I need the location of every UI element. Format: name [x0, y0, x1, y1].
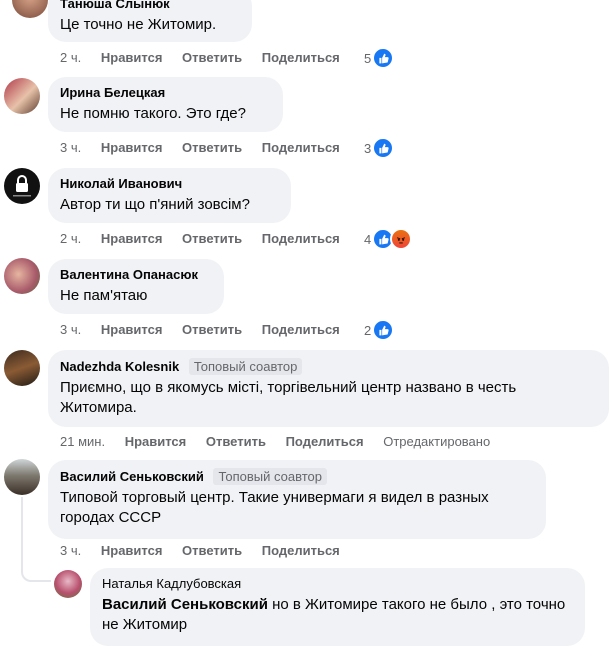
comment-bubble: Ирина Белецкая Не помню такого. Это где? [48, 77, 283, 132]
comment-text: Не помню такого. Это где? [60, 105, 246, 122]
share-button[interactable]: Поделиться [262, 140, 340, 155]
like-button[interactable]: Нравится [101, 140, 163, 155]
comment-text: Василий Сеньковский но в Житомире такого… [102, 595, 573, 635]
comment-text: Автор ти що п'яний зовсім? [60, 196, 250, 213]
like-button[interactable]: Нравится [101, 231, 163, 246]
avatar[interactable] [4, 168, 40, 204]
comment-bubble: Валентина Опанасюк Не пам'ятаю [48, 259, 224, 314]
comment-author[interactable]: Танюша Слынюк [60, 0, 240, 12]
thread-line [21, 497, 51, 582]
reaction-count: 4 [364, 231, 372, 247]
avatar[interactable] [4, 350, 40, 386]
top-contributor-badge: Топовый соавтор [188, 358, 303, 375]
comment-bubble: Наталья Кадлубовская Василий Сеньковский… [90, 568, 585, 646]
reaction-count: 5 [364, 50, 372, 66]
comment-actions: 3 ч. Нравится Ответить Поделиться [60, 322, 356, 338]
comment-actions: 3 ч. Нравится Ответить Поделиться [60, 543, 356, 559]
comment-time[interactable]: 21 мин. [60, 434, 105, 449]
comment-time[interactable]: 3 ч. [60, 140, 81, 155]
avatar[interactable] [4, 78, 40, 114]
reply-button[interactable]: Ответить [182, 322, 242, 337]
reply-button[interactable]: Ответить [182, 140, 242, 155]
reaction-count: 2 [364, 322, 372, 338]
comment-text: Типовой торговый центр. Такие универмаги… [60, 489, 489, 526]
author-name[interactable]: Nadezhda Kolesnik [60, 359, 179, 374]
avatar[interactable] [4, 258, 40, 294]
like-button[interactable]: Нравится [101, 543, 163, 558]
comment-author[interactable]: Наталья Кадлубовская [102, 576, 573, 592]
share-button[interactable]: Поделиться [262, 322, 340, 337]
comment-time[interactable]: 2 ч. [60, 231, 81, 246]
reactions[interactable]: 4 [364, 228, 413, 250]
reply-button[interactable]: Ответить [182, 543, 242, 558]
reply-button[interactable]: Ответить [206, 434, 266, 449]
comment-time[interactable]: 3 ч. [60, 322, 81, 337]
lock-icon [13, 175, 31, 197]
comment-time[interactable]: 3 ч. [60, 543, 81, 558]
edited-label[interactable]: Отредактировано [383, 434, 490, 449]
share-button[interactable]: Поделиться [262, 543, 340, 558]
like-button[interactable]: Нравится [125, 434, 187, 449]
avatar[interactable] [12, 0, 48, 18]
comment-actions: 3 ч. Нравится Ответить Поделиться [60, 140, 356, 156]
like-icon [372, 137, 395, 159]
comment-author: Nadezhda Kolesnik Топовый соавтор [60, 358, 597, 375]
comment-text: Це точно не Житомир. [60, 16, 217, 33]
avatar[interactable] [54, 570, 82, 598]
reply-button[interactable]: Ответить [182, 231, 242, 246]
share-button[interactable]: Поделиться [262, 231, 340, 246]
like-icon [372, 319, 395, 341]
reactions[interactable]: 3 [364, 137, 395, 159]
share-button[interactable]: Поделиться [262, 50, 340, 65]
reactions[interactable]: 2 [364, 319, 395, 341]
like-icon [372, 47, 395, 69]
comment-time[interactable]: 2 ч. [60, 50, 81, 65]
comment-author[interactable]: Николай Иванович [60, 176, 279, 192]
comment-bubble: Николай Иванович Автор ти що п'яний зовс… [48, 168, 291, 223]
comment-text: Приємно, що в якомусь місті, торгівельни… [60, 379, 517, 416]
author-name[interactable]: Василий Сеньковский [60, 469, 204, 484]
comment-bubble: Василий Сеньковский Топовый соавтор Типо… [48, 460, 546, 539]
comment-bubble: Танюша Слынюк Це точно не Житомир. [48, 0, 252, 42]
angry-icon [390, 228, 413, 250]
comment-actions: 21 мин. Нравится Ответить Поделиться Отр… [60, 434, 506, 450]
reply-button[interactable]: Ответить [182, 50, 242, 65]
comment-actions: 2 ч. Нравится Ответить Поделиться [60, 231, 356, 247]
comment-bubble: Nadezhda Kolesnik Топовый соавтор Приємн… [48, 350, 609, 427]
like-button[interactable]: Нравится [101, 322, 163, 337]
comment-author[interactable]: Ирина Белецкая [60, 85, 271, 101]
reaction-count: 3 [364, 140, 372, 156]
top-contributor-badge: Топовый соавтор [213, 468, 327, 485]
comment-author: Василий Сеньковский Топовый соавтор [60, 468, 534, 485]
comment-text: Не пам'ятаю [60, 287, 148, 304]
comment-actions: 2 ч. Нравится Ответить Поделиться [60, 50, 356, 66]
like-button[interactable]: Нравится [101, 50, 163, 65]
share-button[interactable]: Поделиться [286, 434, 364, 449]
comment-author[interactable]: Валентина Опанасюк [60, 267, 212, 283]
mention-link[interactable]: Василий Сеньковский [102, 596, 268, 613]
avatar[interactable] [4, 459, 40, 495]
reactions[interactable]: 5 [364, 47, 395, 69]
